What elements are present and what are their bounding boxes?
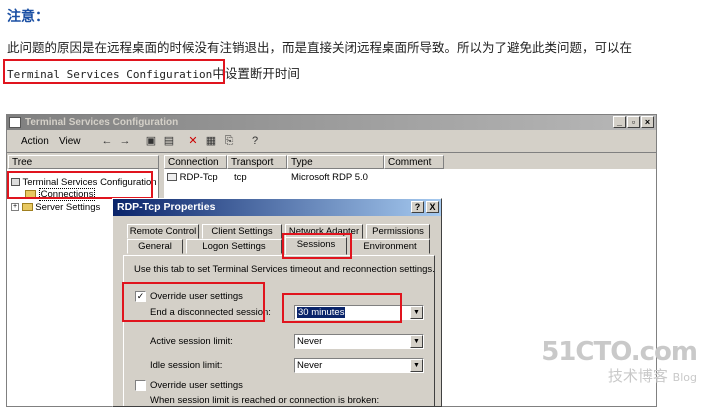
show-tree-icon[interactable]: ▤ <box>161 134 177 149</box>
active-limit-label: Active session limit: <box>150 336 233 347</box>
maximize-button[interactable]: ▫ <box>627 116 640 128</box>
forward-icon[interactable]: → <box>117 134 133 149</box>
up-folder-icon[interactable]: ▣ <box>143 134 159 149</box>
watermark-main: 51CTO.com <box>541 337 698 367</box>
watermark-sub: 技术博客 Blog <box>541 365 697 386</box>
tree-header: Tree <box>8 155 159 169</box>
row-connection-label: RDP-Tcp <box>179 172 218 183</box>
back-icon[interactable]: ← <box>99 134 115 149</box>
article-line-2-rest: 中设置断开时间 <box>212 66 300 81</box>
tab-environment[interactable]: Environment <box>350 239 430 254</box>
chevron-down-icon[interactable]: ▼ <box>410 306 423 319</box>
article-line-1: 此问题的原因是在远程桌面的时候没有注销退出，而是直接关闭远程桌面所导致。所以为了… <box>7 40 633 55</box>
idle-limit-value: Never <box>297 360 323 371</box>
window-titlebar: Terminal Services Configuration _ ▫ × <box>7 115 656 130</box>
highlight-box-tree <box>7 171 153 199</box>
menu-action[interactable]: Action <box>21 136 49 147</box>
note-heading: 注意： <box>7 9 49 25</box>
tab-sessions[interactable]: Sessions <box>285 237 347 255</box>
watermark: 51CTO.com 技术博客 Blog <box>541 337 698 386</box>
expand-icon[interactable]: + <box>11 203 19 212</box>
chevron-down-icon[interactable]: ▼ <box>410 335 423 348</box>
highlight-box-code <box>3 59 225 84</box>
watermark-sub-text: 技术博客 <box>607 367 668 385</box>
tab-client-settings[interactable]: Client Settings <box>202 224 282 239</box>
tab-permissions[interactable]: Permissions <box>366 224 430 239</box>
row-connection: RDP-Tcp <box>167 172 218 183</box>
tab-remote-control[interactable]: Remote Control <box>127 224 199 239</box>
folder-icon <box>21 203 33 212</box>
chevron-down-icon[interactable]: ▼ <box>410 359 423 372</box>
help-icon[interactable]: ? <box>247 134 263 149</box>
menu-view[interactable]: View <box>59 136 81 147</box>
delete-icon[interactable]: ✕ <box>185 134 201 149</box>
dialog-titlebar: RDP-Tcp Properties ? X <box>113 199 441 216</box>
table-row[interactable]: RDP-Tcp tcp Microsoft RDP 5.0 <box>164 172 444 185</box>
broken-label: When session limit is reached or connect… <box>150 395 380 406</box>
dialog-title: RDP-Tcp Properties <box>117 201 216 213</box>
col-comment[interactable]: Comment <box>384 155 444 169</box>
tab-logon-settings[interactable]: Logon Settings <box>186 239 282 254</box>
row-type: Microsoft RDP 5.0 <box>291 172 368 183</box>
connection-icon <box>167 173 177 182</box>
export-icon[interactable]: ⎘ <box>221 134 237 149</box>
highlight-box-override <box>122 282 265 322</box>
active-limit-value: Never <box>297 336 323 347</box>
dialog-close-button[interactable]: X <box>426 201 439 213</box>
col-connection[interactable]: Connection <box>164 155 227 169</box>
highlight-box-timeout <box>282 293 402 323</box>
help-button[interactable]: ? <box>411 201 424 213</box>
close-button[interactable]: × <box>641 116 654 128</box>
window-title: Terminal Services Configuration <box>25 117 179 128</box>
col-transport[interactable]: Transport <box>227 155 287 169</box>
watermark-blog: Blog <box>672 371 697 384</box>
menu-toolbar: Action View ← → ▣ ▤ ✕ ▦ ⎘ ? <box>7 131 656 153</box>
col-type[interactable]: Type <box>287 155 384 169</box>
tab-general[interactable]: General <box>127 239 183 254</box>
properties-icon[interactable]: ▦ <box>203 134 219 149</box>
minimize-button[interactable]: _ <box>613 116 626 128</box>
active-limit-select[interactable]: Never ▼ <box>294 334 424 349</box>
sessions-intro: Use this tab to set Terminal Services ti… <box>134 264 435 275</box>
sessions-panel: Use this tab to set Terminal Services ti… <box>123 255 435 406</box>
idle-limit-label: Idle session limit: <box>150 360 223 371</box>
tree-server-settings-label: Server Settings <box>35 202 101 213</box>
override-checkbox-2[interactable] <box>135 380 146 391</box>
idle-limit-select[interactable]: Never ▼ <box>294 358 424 373</box>
override-label-2: Override user settings <box>150 380 243 391</box>
row-transport: tcp <box>234 172 247 183</box>
app-icon <box>9 117 21 128</box>
tree-server-settings[interactable]: + Server Settings <box>11 202 100 213</box>
